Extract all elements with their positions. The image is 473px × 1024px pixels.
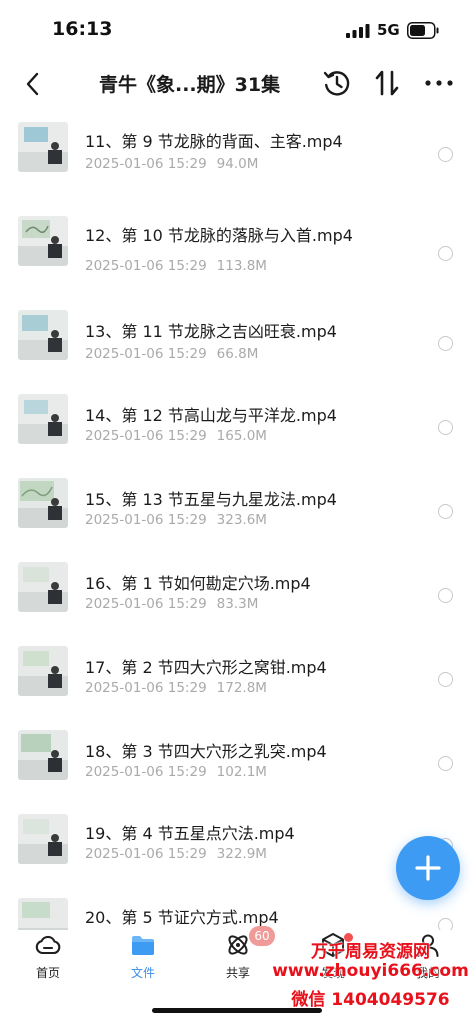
nav-bar: 青牛《象...期》31集 — [0, 62, 473, 108]
tab-label: 共享 — [225, 966, 250, 980]
back-icon[interactable] — [22, 70, 44, 98]
status-bar: 16:13 5G — [0, 0, 473, 62]
file-name: 13、第 11 节龙脉之吉凶旺衰.mp4 — [85, 322, 337, 341]
video-thumbnail — [18, 310, 68, 360]
file-name: 17、第 2 节四大穴形之窝钳.mp4 — [85, 658, 327, 677]
file-meta: 2025-01-06 15:29 94.0M — [85, 156, 258, 172]
file-name: 15、第 13 节五星与九星龙法.mp4 — [85, 490, 337, 509]
video-thumbnail — [18, 216, 68, 266]
file-meta: 2025-01-06 15:29 323.6M — [85, 512, 267, 528]
home-indicator — [152, 1008, 322, 1013]
watermark-line: 微信 1404049576 — [291, 990, 450, 1010]
file-row[interactable]: 15、第 13 节五星与九星龙法.mp4 2025-01-06 15:29 323… — [0, 478, 473, 562]
file-size: 172.8M — [216, 680, 267, 696]
select-radio[interactable] — [438, 672, 453, 687]
video-thumbnail — [18, 478, 68, 528]
tab-files[interactable]: 文件 — [108, 930, 178, 990]
select-radio[interactable] — [438, 504, 453, 519]
select-radio[interactable] — [438, 420, 453, 435]
file-name: 16、第 1 节如何勘定穴场.mp4 — [85, 574, 311, 593]
file-row[interactable]: 11、第 9 节龙脉的背面、主客.mp4 2025-01-06 15:29 94.… — [0, 122, 473, 206]
file-date: 2025-01-06 15:29 — [85, 764, 207, 780]
file-date: 2025-01-06 15:29 — [85, 258, 207, 274]
select-radio[interactable] — [438, 336, 453, 351]
video-thumbnail — [18, 562, 68, 612]
file-size: 83.3M — [216, 596, 259, 612]
select-radio[interactable] — [438, 918, 453, 930]
file-size: 323.6M — [216, 512, 267, 528]
plus-icon — [415, 855, 441, 881]
watermark-line: 万千周易资源网 — [311, 942, 430, 962]
video-thumbnail — [18, 646, 68, 696]
tab-label: 首页 — [35, 966, 60, 980]
watermark-line: www.zhouyi666.com — [272, 961, 469, 981]
video-thumbnail — [18, 814, 68, 864]
file-row[interactable]: 18、第 3 节四大穴形之乳突.mp4 2025-01-06 15:29 102.… — [0, 730, 473, 814]
file-size: 322.9M — [216, 846, 267, 862]
file-meta: 2025-01-06 15:29 165.0M — [85, 428, 267, 444]
status-time: 16:13 — [52, 18, 113, 40]
folder-icon — [132, 936, 154, 955]
file-date: 2025-01-06 15:29 — [85, 428, 207, 444]
file-meta: 2025-01-06 15:29 83.3M — [85, 596, 258, 612]
file-name: 11、第 9 节龙脉的背面、主客.mp4 — [85, 132, 343, 151]
file-name: 19、第 4 节五星点穴法.mp4 — [85, 824, 295, 843]
battery-icon — [407, 22, 439, 39]
file-list: 11、第 9 节龙脉的背面、主客.mp4 2025-01-06 15:29 94.… — [0, 108, 473, 930]
file-name: 12、第 10 节龙脉的落脉与入首.mp4 — [85, 226, 353, 245]
file-size: 102.1M — [216, 764, 267, 780]
file-date: 2025-01-06 15:29 — [85, 346, 207, 362]
video-thumbnail — [18, 122, 68, 172]
cloud-icon — [35, 935, 61, 955]
select-radio[interactable] — [438, 756, 453, 771]
add-button[interactable] — [396, 836, 460, 900]
file-date: 2025-01-06 15:29 — [85, 846, 207, 862]
file-row[interactable]: 13、第 11 节龙脉之吉凶旺衰.mp4 2025-01-06 15:29 66.… — [0, 310, 473, 394]
file-name: 18、第 3 节四大穴形之乳突.mp4 — [85, 742, 327, 761]
file-size: 165.0M — [216, 428, 267, 444]
select-radio[interactable] — [438, 246, 453, 261]
file-meta: 2025-01-06 15:29 102.1M — [85, 764, 267, 780]
file-meta: 2025-01-06 15:29 322.9M — [85, 846, 267, 862]
select-radio[interactable] — [438, 588, 453, 603]
network-label: 5G — [377, 21, 400, 39]
video-thumbnail — [18, 898, 68, 930]
file-row[interactable]: 20、第 5 节证穴方式.mp4 — [0, 898, 473, 930]
file-row[interactable]: 12、第 10 节龙脉的落脉与入首.mp4 2025-01-06 15:29 11… — [0, 216, 473, 300]
file-size: 94.0M — [216, 156, 259, 172]
file-row[interactable]: 14、第 12 节高山龙与平洋龙.mp4 2025-01-06 15:29 165… — [0, 394, 473, 478]
file-date: 2025-01-06 15:29 — [85, 512, 207, 528]
file-size: 66.8M — [216, 346, 259, 362]
file-meta: 2025-01-06 15:29 113.8M — [85, 258, 267, 274]
file-meta: 2025-01-06 15:29 172.8M — [85, 680, 267, 696]
history-icon[interactable] — [322, 68, 352, 98]
sort-icon[interactable] — [372, 68, 402, 98]
file-meta: 2025-01-06 15:29 66.8M — [85, 346, 258, 362]
file-row[interactable]: 16、第 1 节如何勘定穴场.mp4 2025-01-06 15:29 83.3M — [0, 562, 473, 646]
share-atom-icon — [228, 935, 248, 955]
more-icon[interactable] — [423, 68, 455, 98]
file-size: 113.8M — [216, 258, 267, 274]
select-radio[interactable] — [438, 147, 453, 162]
file-row[interactable]: 17、第 2 节四大穴形之窝钳.mp4 2025-01-06 15:29 172.… — [0, 646, 473, 730]
page-title: 青牛《象...期》31集 — [99, 74, 281, 96]
video-thumbnail — [18, 394, 68, 444]
tab-home[interactable]: 首页 — [13, 930, 83, 990]
video-thumbnail — [18, 730, 68, 780]
tab-label: 文件 — [130, 966, 155, 980]
file-name: 20、第 5 节证穴方式.mp4 — [85, 908, 279, 927]
file-date: 2025-01-06 15:29 — [85, 680, 207, 696]
file-date: 2025-01-06 15:29 — [85, 596, 207, 612]
file-name: 14、第 12 节高山龙与平洋龙.mp4 — [85, 406, 337, 425]
signal-icon — [346, 24, 370, 38]
file-date: 2025-01-06 15:29 — [85, 156, 207, 172]
